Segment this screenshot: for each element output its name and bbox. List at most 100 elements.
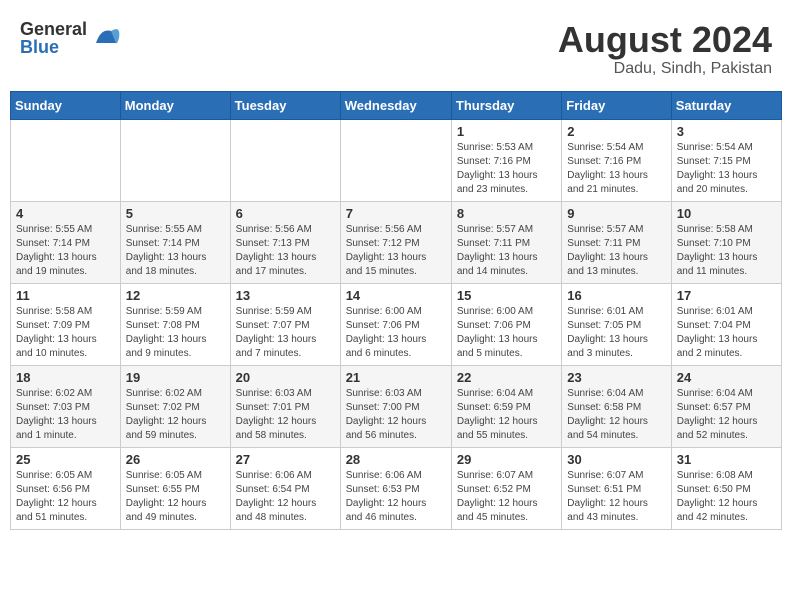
day-number: 6 bbox=[236, 206, 335, 221]
calendar-day-21: 21Sunrise: 6:03 AM Sunset: 7:00 PM Dayli… bbox=[340, 365, 451, 447]
day-info: Sunrise: 5:57 AM Sunset: 7:11 PM Dayligh… bbox=[567, 223, 665, 279]
day-info: Sunrise: 6:03 AM Sunset: 7:01 PM Dayligh… bbox=[236, 387, 335, 443]
day-info: Sunrise: 6:01 AM Sunset: 7:04 PM Dayligh… bbox=[677, 305, 776, 361]
calendar-day-17: 17 Sunrise: 6:01 AM Sunset: 7:04 PM Dayli… bbox=[671, 283, 781, 365]
day-info: Sunrise: 5:53 AM Sunset: 7:16 PM Dayligh… bbox=[457, 141, 556, 197]
day-info: Sunrise: 6:04 AM Sunset: 6:57 PM Dayligh… bbox=[677, 387, 776, 443]
calendar-week-row: 25Sunrise: 6:05 AM Sunset: 6:56 PM Dayli… bbox=[11, 447, 782, 529]
day-number: 4 bbox=[16, 206, 115, 221]
logo: General Blue bbox=[20, 20, 121, 56]
day-info: Sunrise: 6:06 AM Sunset: 6:53 PM Dayligh… bbox=[346, 469, 446, 525]
day-number: 22 bbox=[457, 370, 556, 385]
calendar-day-9: 9 Sunrise: 5:57 AM Sunset: 7:11 PM Daylig… bbox=[562, 201, 671, 283]
day-number: 18 bbox=[16, 370, 115, 385]
calendar-day-24: 24Sunrise: 6:04 AM Sunset: 6:57 PM Dayli… bbox=[671, 365, 781, 447]
day-info: Sunrise: 6:01 AM Sunset: 7:05 PM Dayligh… bbox=[567, 305, 665, 361]
day-number: 12 bbox=[126, 288, 225, 303]
day-number: 9 bbox=[567, 206, 665, 221]
day-info: Sunrise: 6:03 AM Sunset: 7:00 PM Dayligh… bbox=[346, 387, 446, 443]
day-header-thursday: Thursday bbox=[451, 91, 561, 119]
day-header-sunday: Sunday bbox=[11, 91, 121, 119]
month-title: August 2024 bbox=[558, 20, 772, 60]
day-number: 28 bbox=[346, 452, 446, 467]
day-number: 29 bbox=[457, 452, 556, 467]
day-info: Sunrise: 5:54 AM Sunset: 7:16 PM Dayligh… bbox=[567, 141, 665, 197]
logo-general-text: General bbox=[20, 20, 87, 38]
calendar-day-1: 1 Sunrise: 5:53 AM Sunset: 7:16 PM Daylig… bbox=[451, 119, 561, 201]
calendar-day-15: 15 Sunrise: 6:00 AM Sunset: 7:06 PM Dayli… bbox=[451, 283, 561, 365]
day-info: Sunrise: 6:05 AM Sunset: 6:55 PM Dayligh… bbox=[126, 469, 225, 525]
day-info: Sunrise: 6:00 AM Sunset: 7:06 PM Dayligh… bbox=[457, 305, 556, 361]
day-header-friday: Friday bbox=[562, 91, 671, 119]
calendar-empty-cell bbox=[120, 119, 230, 201]
calendar-day-27: 27 Sunrise: 6:06 AM Sunset: 6:54 PM Dayli… bbox=[230, 447, 340, 529]
calendar-day-13: 13Sunrise: 5:59 AM Sunset: 7:07 PM Dayli… bbox=[230, 283, 340, 365]
calendar-day-30: 30 Sunrise: 6:07 AM Sunset: 6:51 PM Dayli… bbox=[562, 447, 671, 529]
day-info: Sunrise: 6:06 AM Sunset: 6:54 PM Dayligh… bbox=[236, 469, 335, 525]
day-info: Sunrise: 6:02 AM Sunset: 7:02 PM Dayligh… bbox=[126, 387, 225, 443]
calendar-empty-cell bbox=[230, 119, 340, 201]
day-info: Sunrise: 5:55 AM Sunset: 7:14 PM Dayligh… bbox=[126, 223, 225, 279]
calendar-day-6: 6Sunrise: 5:56 AM Sunset: 7:13 PM Daylig… bbox=[230, 201, 340, 283]
calendar-day-5: 5 Sunrise: 5:55 AM Sunset: 7:14 PM Daylig… bbox=[120, 201, 230, 283]
calendar-day-18: 18 Sunrise: 6:02 AM Sunset: 7:03 PM Dayli… bbox=[11, 365, 121, 447]
day-number: 5 bbox=[126, 206, 225, 221]
calendar-day-26: 26Sunrise: 6:05 AM Sunset: 6:55 PM Dayli… bbox=[120, 447, 230, 529]
day-info: Sunrise: 6:04 AM Sunset: 6:59 PM Dayligh… bbox=[457, 387, 556, 443]
day-info: Sunrise: 6:00 AM Sunset: 7:06 PM Dayligh… bbox=[346, 305, 446, 361]
day-number: 16 bbox=[567, 288, 665, 303]
day-number: 15 bbox=[457, 288, 556, 303]
calendar-day-16: 16 Sunrise: 6:01 AM Sunset: 7:05 PM Dayli… bbox=[562, 283, 671, 365]
calendar-day-19: 19Sunrise: 6:02 AM Sunset: 7:02 PM Dayli… bbox=[120, 365, 230, 447]
day-number: 13 bbox=[236, 288, 335, 303]
day-number: 17 bbox=[677, 288, 776, 303]
calendar-week-row: 4 Sunrise: 5:55 AM Sunset: 7:14 PM Daylig… bbox=[11, 201, 782, 283]
day-number: 7 bbox=[346, 206, 446, 221]
day-number: 27 bbox=[236, 452, 335, 467]
day-number: 1 bbox=[457, 124, 556, 139]
day-info: Sunrise: 6:07 AM Sunset: 6:51 PM Dayligh… bbox=[567, 469, 665, 525]
calendar-day-23: 23 Sunrise: 6:04 AM Sunset: 6:58 PM Dayli… bbox=[562, 365, 671, 447]
calendar-day-8: 8 Sunrise: 5:57 AM Sunset: 7:11 PM Daylig… bbox=[451, 201, 561, 283]
calendar-header-row: SundayMondayTuesdayWednesdayThursdayFrid… bbox=[11, 91, 782, 119]
day-number: 14 bbox=[346, 288, 446, 303]
day-number: 10 bbox=[677, 206, 776, 221]
day-info: Sunrise: 6:04 AM Sunset: 6:58 PM Dayligh… bbox=[567, 387, 665, 443]
calendar-day-12: 12 Sunrise: 5:59 AM Sunset: 7:08 PM Dayli… bbox=[120, 283, 230, 365]
calendar-day-3: 3Sunrise: 5:54 AM Sunset: 7:15 PM Daylig… bbox=[671, 119, 781, 201]
day-header-wednesday: Wednesday bbox=[340, 91, 451, 119]
day-info: Sunrise: 6:05 AM Sunset: 6:56 PM Dayligh… bbox=[16, 469, 115, 525]
calendar-day-29: 29Sunrise: 6:07 AM Sunset: 6:52 PM Dayli… bbox=[451, 447, 561, 529]
day-number: 2 bbox=[567, 124, 665, 139]
calendar-day-28: 28 Sunrise: 6:06 AM Sunset: 6:53 PM Dayli… bbox=[340, 447, 451, 529]
day-number: 30 bbox=[567, 452, 665, 467]
calendar-day-31: 31 Sunrise: 6:08 AM Sunset: 6:50 PM Dayli… bbox=[671, 447, 781, 529]
day-header-monday: Monday bbox=[120, 91, 230, 119]
day-number: 23 bbox=[567, 370, 665, 385]
calendar-day-2: 2 Sunrise: 5:54 AM Sunset: 7:16 PM Daylig… bbox=[562, 119, 671, 201]
day-info: Sunrise: 5:58 AM Sunset: 7:09 PM Dayligh… bbox=[16, 305, 115, 361]
day-header-tuesday: Tuesday bbox=[230, 91, 340, 119]
calendar-day-22: 22 Sunrise: 6:04 AM Sunset: 6:59 PM Dayli… bbox=[451, 365, 561, 447]
day-info: Sunrise: 5:57 AM Sunset: 7:11 PM Dayligh… bbox=[457, 223, 556, 279]
logo-blue-text: Blue bbox=[20, 38, 87, 56]
calendar-week-row: 18 Sunrise: 6:02 AM Sunset: 7:03 PM Dayli… bbox=[11, 365, 782, 447]
location-title: Dadu, Sindh, Pakistan bbox=[558, 60, 772, 78]
calendar-table: SundayMondayTuesdayWednesdayThursdayFrid… bbox=[10, 91, 782, 530]
header: General Blue August 2024 Dadu, Sindh, Pa… bbox=[10, 10, 782, 83]
calendar-day-10: 10 Sunrise: 5:58 AM Sunset: 7:10 PM Dayli… bbox=[671, 201, 781, 283]
day-info: Sunrise: 5:58 AM Sunset: 7:10 PM Dayligh… bbox=[677, 223, 776, 279]
day-info: Sunrise: 5:59 AM Sunset: 7:08 PM Dayligh… bbox=[126, 305, 225, 361]
day-info: Sunrise: 6:02 AM Sunset: 7:03 PM Dayligh… bbox=[16, 387, 115, 443]
calendar-day-7: 7Sunrise: 5:56 AM Sunset: 7:12 PM Daylig… bbox=[340, 201, 451, 283]
day-number: 11 bbox=[16, 288, 115, 303]
calendar-day-4: 4Sunrise: 5:55 AM Sunset: 7:14 PM Daylig… bbox=[11, 201, 121, 283]
logo-icon bbox=[91, 23, 121, 53]
calendar-week-row: 1 Sunrise: 5:53 AM Sunset: 7:16 PM Daylig… bbox=[11, 119, 782, 201]
day-info: Sunrise: 6:08 AM Sunset: 6:50 PM Dayligh… bbox=[677, 469, 776, 525]
calendar-day-20: 20Sunrise: 6:03 AM Sunset: 7:01 PM Dayli… bbox=[230, 365, 340, 447]
day-number: 8 bbox=[457, 206, 556, 221]
day-number: 31 bbox=[677, 452, 776, 467]
title-block: August 2024 Dadu, Sindh, Pakistan bbox=[558, 20, 772, 78]
calendar-day-25: 25Sunrise: 6:05 AM Sunset: 6:56 PM Dayli… bbox=[11, 447, 121, 529]
